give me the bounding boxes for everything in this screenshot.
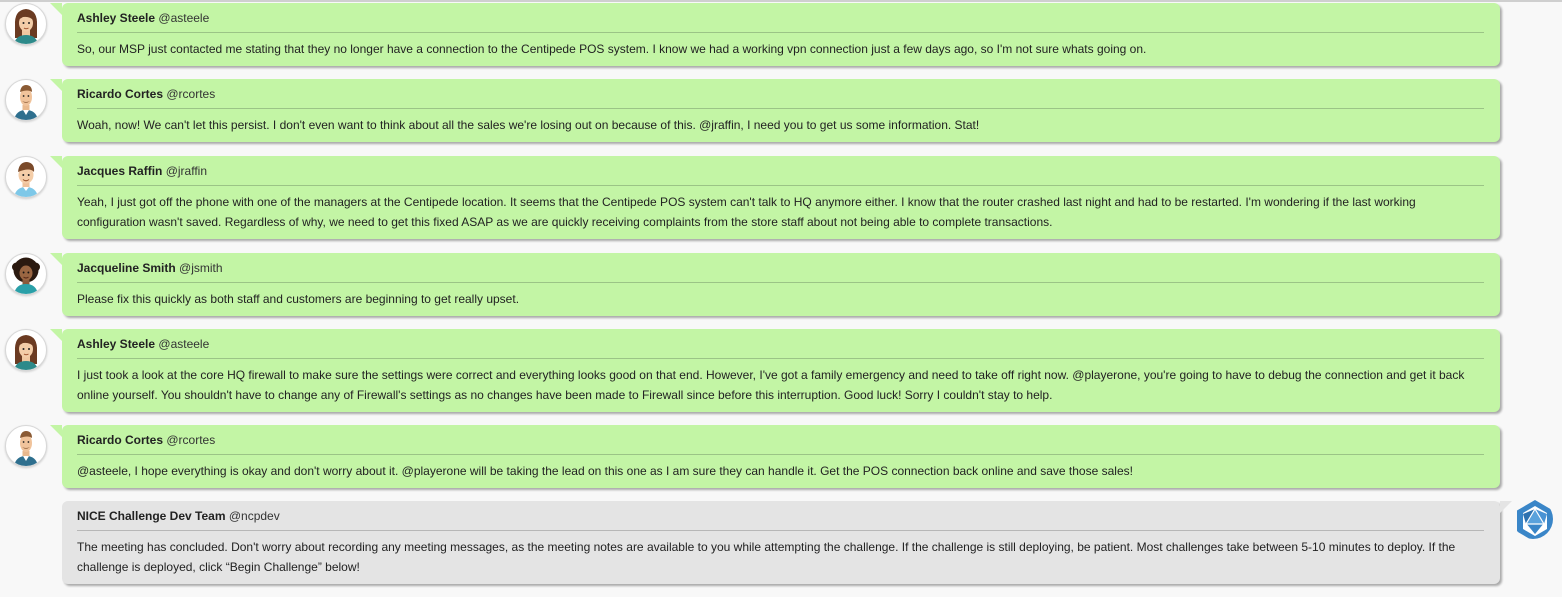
message-header: Ricardo Cortes @rcortes — [77, 433, 1484, 455]
ricardo-avatar — [5, 425, 47, 467]
message-bubble: Jacqueline Smith @jsmith Please fix this… — [50, 253, 1500, 316]
sender-name: Ricardo Cortes — [77, 87, 164, 101]
jacques-avatar — [5, 156, 47, 198]
ashley-avatar — [5, 329, 47, 371]
sender-handle: @jsmith — [179, 261, 223, 275]
sender-handle: @asteele — [158, 11, 210, 25]
message-bubble: Ricardo Cortes @rcortes Woah, now! We ca… — [50, 79, 1500, 142]
message-text: @asteele, I hope everything is okay and … — [77, 464, 1133, 478]
message-text: Woah, now! We can't let this persist. I … — [77, 118, 980, 132]
ashley-avatar — [5, 3, 47, 45]
sender-handle: @rcortes — [166, 433, 216, 447]
message-bubble: Ashley Steele @asteele So, our MSP just … — [50, 3, 1500, 66]
sender-name: Jacqueline Smith — [77, 261, 176, 275]
sender-handle: @jraffin — [165, 164, 208, 178]
message-header: Jacques Raffin @jraffin — [77, 164, 1484, 186]
sender-name: Ashley Steele — [77, 337, 156, 351]
message-bubble: Jacques Raffin @jraffin Yeah, I just got… — [50, 156, 1500, 239]
chat-log: Ashley Steele @asteele So, our MSP just … — [0, 0, 1562, 597]
jacqueline-avatar — [5, 253, 47, 295]
message-header: Jacqueline Smith @jsmith — [77, 261, 1484, 283]
message-text: The meeting has concluded. Don't worry a… — [77, 540, 1456, 574]
sender-name: Jacques Raffin — [77, 164, 163, 178]
nice-logo-icon — [1513, 499, 1553, 539]
sender-handle: @ncpdev — [228, 509, 280, 523]
message-header: Ashley Steele @asteele — [77, 11, 1484, 33]
sender-handle: @rcortes — [166, 87, 216, 101]
message-text: Please fix this quickly as both staff an… — [77, 292, 520, 306]
message-bubble: NICE Challenge Dev Team @ncpdev The meet… — [62, 501, 1512, 584]
message-header: NICE Challenge Dev Team @ncpdev — [77, 509, 1484, 531]
message-bubble: Ricardo Cortes @rcortes @asteele, I hope… — [50, 425, 1500, 488]
message-header: Ricardo Cortes @rcortes — [77, 87, 1484, 109]
message-text: Yeah, I just got off the phone with one … — [77, 195, 1416, 229]
sender-name: Ashley Steele — [77, 11, 156, 25]
sender-name: NICE Challenge Dev Team — [77, 509, 226, 523]
message-text: I just took a look at the core HQ firewa… — [77, 368, 1465, 402]
ricardo-avatar — [5, 79, 47, 121]
sender-name: Ricardo Cortes — [77, 433, 164, 447]
message-text: So, our MSP just contacted me stating th… — [77, 42, 1147, 56]
message-header: Ashley Steele @asteele — [77, 337, 1484, 359]
sender-handle: @asteele — [158, 337, 210, 351]
message-bubble: Ashley Steele @asteele I just took a loo… — [50, 329, 1500, 412]
